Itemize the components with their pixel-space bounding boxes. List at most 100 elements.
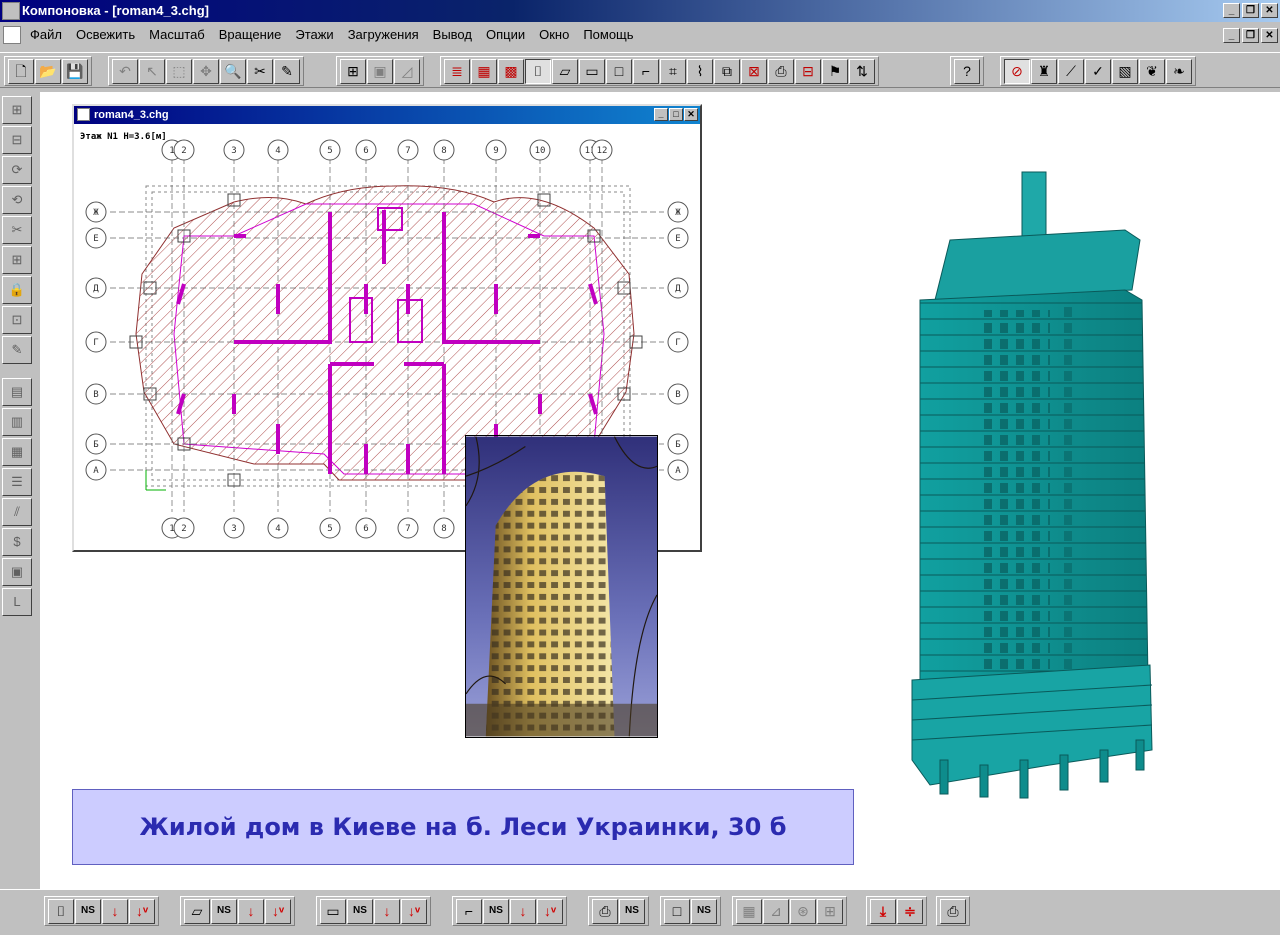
document-icon[interactable] [3, 26, 21, 44]
menu-file[interactable]: Файл [30, 27, 62, 42]
load-icon[interactable]: ⌇ [687, 59, 713, 84]
copy-icon[interactable]: ⧉ [714, 59, 740, 84]
doc-close-button[interactable]: ✕ [1261, 28, 1278, 43]
doc-minimize-button[interactable]: _ [1223, 28, 1240, 43]
beam-icon[interactable]: ⌐ [456, 899, 482, 924]
building-icon[interactable]: ♜ [1031, 59, 1057, 84]
stair-icon[interactable]: ⎙ [592, 899, 618, 924]
rotate2-icon[interactable]: ⟲ [2, 186, 32, 214]
export-icon[interactable]: ▤ [2, 378, 32, 406]
list-icon[interactable]: ☰ [2, 468, 32, 496]
help-icon[interactable]: ? [954, 59, 980, 84]
floor-edit-icon[interactable]: ✎ [2, 336, 32, 364]
menu-help[interactable]: Помощь [583, 27, 633, 42]
table-icon[interactable]: ▦ [471, 59, 497, 84]
column-icon[interactable]: ⌷ [525, 59, 551, 84]
new-file-icon[interactable]: 🗋 [8, 59, 34, 84]
rotate-icon[interactable]: ⟳ [2, 156, 32, 184]
menu-scale[interactable]: Масштаб [149, 27, 205, 42]
zoom-icon[interactable]: 🔍 [220, 59, 246, 84]
menu-floors[interactable]: Этажи [295, 27, 333, 42]
plan-close-button[interactable]: ✕ [684, 108, 698, 121]
sort-icon[interactable]: ⇅ [849, 59, 875, 84]
menu-loads[interactable]: Загружения [348, 27, 419, 42]
tools-icon[interactable]: ✂ [247, 59, 273, 84]
panel-icon[interactable]: □ [664, 899, 690, 924]
restore-button[interactable]: ❐ [1242, 3, 1259, 18]
pencil-icon[interactable]: ✎ [274, 59, 300, 84]
slab-icon[interactable]: ▭ [579, 59, 605, 84]
menu-output[interactable]: Вывод [433, 27, 472, 42]
undo-icon[interactable]: ↶ [112, 59, 138, 84]
level-down-icon[interactable]: ⤓ [870, 899, 896, 924]
wall-icon[interactable]: ▱ [184, 899, 210, 924]
export3-icon[interactable]: ▦ [2, 438, 32, 466]
grid-icon[interactable]: ▦ [736, 899, 762, 924]
frame-icon[interactable]: ▣ [367, 59, 393, 84]
beam-icon[interactable]: ⌐ [633, 59, 659, 84]
ns-button[interactable]: NS [211, 899, 237, 924]
down-arrow-v-icon[interactable]: ↓ᵛ [265, 899, 291, 924]
ns-button[interactable]: NS [691, 899, 717, 924]
down-arrow-icon[interactable]: ↓ [374, 899, 400, 924]
report-icon[interactable]: ▣ [2, 558, 32, 586]
frame-icon[interactable]: ⊞ [817, 899, 843, 924]
brick-icon[interactable]: ▧ [1112, 59, 1138, 84]
plan-window-titlebar[interactable]: roman4_3.chg _ □ ✕ [74, 106, 700, 124]
target-icon[interactable]: ⊛ [790, 899, 816, 924]
lock-icon[interactable]: 🔒 [2, 276, 32, 304]
doc-restore-button[interactable]: ❐ [1242, 28, 1259, 43]
scissors-icon[interactable]: ✂ [2, 216, 32, 244]
table2-icon[interactable]: ▩ [498, 59, 524, 84]
down-arrow-v-icon[interactable]: ↓ᵛ [537, 899, 563, 924]
down-arrow-v-icon[interactable]: ↓ᵛ [401, 899, 427, 924]
panel-icon[interactable]: □ [606, 59, 632, 84]
ns-button[interactable]: NS [619, 899, 645, 924]
chart-icon[interactable]: ⫽ [2, 498, 32, 526]
grid-icon[interactable]: ⊞ [340, 59, 366, 84]
plan-maximize-button[interactable]: □ [669, 108, 683, 121]
print-icon[interactable]: ⎙ [768, 59, 794, 84]
layers-icon[interactable]: ≣ [444, 59, 470, 84]
flag-icon[interactable]: ⚑ [822, 59, 848, 84]
plot-icon[interactable]: ◿ [394, 59, 420, 84]
close-button[interactable]: ✕ [1261, 3, 1278, 18]
floor-copy-icon[interactable]: ⊟ [2, 126, 32, 154]
menu-rotation[interactable]: Вращение [219, 27, 282, 42]
select-area-icon[interactable]: ⬚ [166, 59, 192, 84]
column-icon[interactable]: ⌷ [48, 899, 74, 924]
open-folder-icon[interactable]: 📂 [35, 59, 61, 84]
ns-button[interactable]: NS [483, 899, 509, 924]
select-icon[interactable]: ↖ [139, 59, 165, 84]
stop-icon[interactable]: ⊘ [1004, 59, 1030, 84]
slab-icon[interactable]: ▭ [320, 899, 346, 924]
floor-add-icon[interactable]: ⊞ [2, 96, 32, 124]
l-icon[interactable]: L [2, 588, 32, 616]
floor-view-icon[interactable]: ⊡ [2, 306, 32, 334]
level-range-icon[interactable]: ≑ [897, 899, 923, 924]
plan-minimize-button[interactable]: _ [654, 108, 668, 121]
minimize-button[interactable]: _ [1223, 3, 1240, 18]
ns-button[interactable]: NS [75, 899, 101, 924]
menu-window[interactable]: Окно [539, 27, 569, 42]
menu-refresh[interactable]: Освежить [76, 27, 135, 42]
ns-button[interactable]: NS [347, 899, 373, 924]
down-arrow-icon[interactable]: ↓ [510, 899, 536, 924]
stair-icon[interactable]: ⌗ [660, 59, 686, 84]
move-icon[interactable]: ✥ [193, 59, 219, 84]
leaf-icon[interactable]: ❦ [1139, 59, 1165, 84]
floor-split-icon[interactable]: ⊞ [2, 246, 32, 274]
save-icon[interactable]: 💾 [62, 59, 88, 84]
crane-icon[interactable]: ⟋ [1058, 59, 1084, 84]
down-arrow-icon[interactable]: ↓ [238, 899, 264, 924]
menu-options[interactable]: Опции [486, 27, 525, 42]
down-arrow-v-icon[interactable]: ↓ᵛ [129, 899, 155, 924]
ruler-icon[interactable]: ⊿ [763, 899, 789, 924]
down-arrow-icon[interactable]: ↓ [102, 899, 128, 924]
dollar-icon[interactable]: $ [2, 528, 32, 556]
delete-icon[interactable]: ⊠ [741, 59, 767, 84]
export2-icon[interactable]: ▥ [2, 408, 32, 436]
print-icon[interactable]: ⎙ [940, 899, 966, 924]
leaf2-icon[interactable]: ❧ [1166, 59, 1192, 84]
wall-icon[interactable]: ▱ [552, 59, 578, 84]
